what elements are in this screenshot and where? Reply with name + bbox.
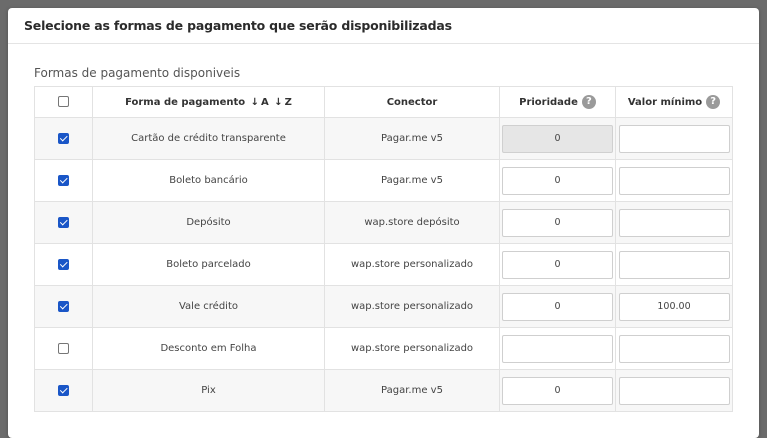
payment-methods-table: Forma de pagamento ↓ A ↓ Z Conector Priori… [34,86,733,412]
row-checkbox-cell [34,201,93,244]
row-checkbox[interactable] [58,300,69,312]
row-checkbox[interactable] [58,174,69,186]
min-value-cell [615,369,733,412]
min-value-input[interactable] [618,208,730,237]
table-row: Vale crédito wap.store personalizado [34,285,733,328]
section-label: Formas de pagamento disponiveis [34,66,241,80]
method-cell: Cartão de crédito transparente [92,117,325,160]
connector-column-header: Conector [324,86,500,118]
table-row: Boleto parcelado wap.store personalizado [34,243,733,286]
question-circle-icon[interactable]: ? [706,95,721,109]
payment-methods-modal: Selecione as formas de pagamento que ser… [8,8,759,438]
priority-input[interactable] [502,166,613,195]
connector-cell: wap.store depósito [324,201,500,244]
table-row: Pix Pagar.me v5 [34,369,733,412]
min-value-input[interactable] [618,292,730,321]
sort-down-icon[interactable]: ↓ [274,97,282,108]
connector-cell: Pagar.me v5 [324,117,500,160]
table-row: Desconto em Folha wap.store personalizad… [34,327,733,370]
method-cell: Boleto bancário [92,159,325,202]
table-row: Boleto bancário Pagar.me v5 [34,159,733,202]
min-value-cell [615,201,733,244]
method-cell: Desconto em Folha [92,327,325,370]
row-checkbox[interactable] [58,132,69,144]
connector-cell: wap.store personalizado [324,285,500,328]
min-value-input[interactable] [618,166,730,195]
question-circle-icon[interactable]: ? [581,95,596,109]
select-all-checkbox[interactable] [58,96,69,108]
min-value-cell [615,285,733,328]
row-checkbox-cell [34,159,93,202]
priority-cell [499,369,616,412]
priority-input[interactable] [502,376,613,405]
min-value-cell [615,327,733,370]
sort-down-icon[interactable]: ↓ [251,97,259,108]
row-checkbox[interactable] [58,258,69,270]
min-value-input[interactable] [618,124,730,153]
priority-input[interactable] [502,124,613,153]
connector-cell: wap.store personalizado [324,243,500,286]
min-value-column-header: Valor mínimo? [615,86,733,118]
row-checkbox[interactable] [58,342,69,354]
row-checkbox-cell [34,285,93,328]
method-cell: Boleto parcelado [92,243,325,286]
priority-input[interactable] [502,334,613,363]
min-value-input[interactable] [618,250,730,279]
row-checkbox[interactable] [58,384,69,396]
priority-header-label: Prioridade [519,97,578,108]
min-value-header-label: Valor mínimo [627,97,703,108]
min-value-cell [615,159,733,202]
modal-header: Selecione as formas de pagamento que ser… [8,8,759,44]
priority-column-header: Prioridade? [499,86,616,118]
min-value-input[interactable] [618,334,730,363]
sort-z-label: Z [284,96,292,108]
connector-header-label: Conector [386,96,438,108]
priority-input[interactable] [502,208,613,237]
row-checkbox-cell [34,243,93,286]
table-row: Depósito wap.store depósito [34,201,733,244]
priority-cell [499,285,616,328]
row-checkbox-cell [34,369,93,412]
connector-cell: Pagar.me v5 [324,369,500,412]
row-checkbox-cell [34,327,93,370]
row-checkbox-cell [34,117,93,160]
sort-a-label: A [261,96,269,108]
method-cell: Depósito [92,201,325,244]
priority-input[interactable] [502,292,613,321]
method-cell: Vale crédito [92,285,325,328]
select-all-header [34,86,93,118]
priority-cell [499,201,616,244]
modal-title: Selecione as formas de pagamento que ser… [24,18,452,33]
row-checkbox[interactable] [58,216,69,228]
connector-cell: Pagar.me v5 [324,159,500,202]
table-header-row: Forma de pagamento ↓ A ↓ Z Conector Priori… [34,86,733,118]
table-row: Cartão de crédito transparente Pagar.me … [34,117,733,160]
priority-cell [499,117,616,160]
connector-cell: wap.store personalizado [324,327,500,370]
priority-cell [499,159,616,202]
method-header-label: Forma de pagamento [125,96,246,108]
priority-input[interactable] [502,250,613,279]
priority-cell [499,243,616,286]
min-value-cell [615,117,733,160]
priority-cell [499,327,616,370]
method-cell: Pix [92,369,325,412]
method-column-header[interactable]: Forma de pagamento ↓ A ↓ Z [92,86,325,118]
min-value-input[interactable] [618,376,730,405]
min-value-cell [615,243,733,286]
